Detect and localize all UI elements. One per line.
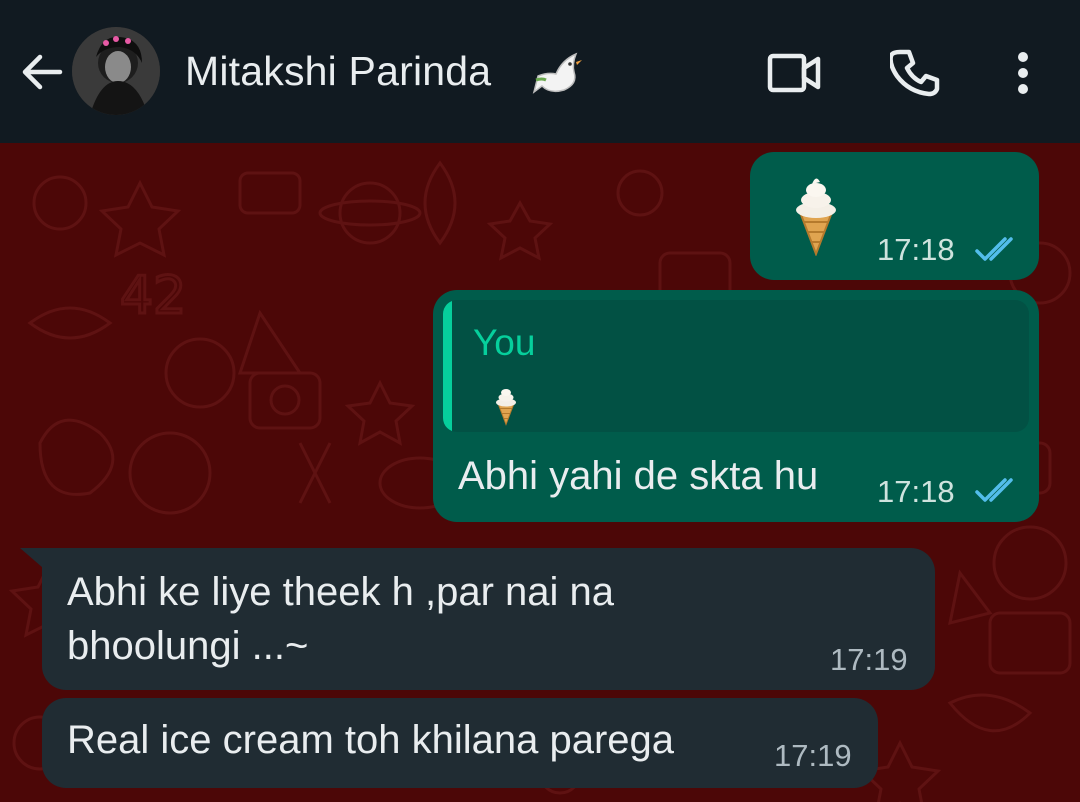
- quoted-ice-cream-emoji: [496, 389, 516, 426]
- chat-header: Mitakshi Parinda: [0, 0, 1080, 143]
- message-text: Abhi yahi de skta hu: [458, 454, 819, 498]
- svg-text:42: 42: [120, 266, 186, 326]
- message-text-line-2: bhoolungi ...~: [67, 624, 309, 668]
- incoming-message[interactable]: Abhi ke liye theek h ,par nai na bhoolun…: [42, 548, 935, 690]
- quote-accent-bar: [443, 300, 452, 432]
- message-time: 17:19: [830, 642, 908, 677]
- quoted-message[interactable]: You: [443, 300, 1029, 432]
- outgoing-message-emoji[interactable]: 17:18: [750, 152, 1039, 280]
- read-receipt-icon: [975, 237, 1013, 261]
- dove-icon: [532, 52, 582, 94]
- back-arrow-icon[interactable]: [18, 48, 64, 96]
- message-text: Real ice cream toh khilana parega: [67, 718, 675, 762]
- voice-call-icon[interactable]: [890, 48, 942, 98]
- contact-name[interactable]: Mitakshi Parinda: [185, 48, 491, 95]
- read-receipt-icon: [975, 478, 1013, 502]
- message-time: 17:19: [774, 738, 852, 773]
- message-time: 17:18: [877, 232, 955, 267]
- contact-avatar[interactable]: [72, 27, 160, 115]
- video-call-icon[interactable]: [766, 50, 822, 96]
- incoming-message[interactable]: Real ice cream toh khilana parega 17:19: [42, 698, 878, 788]
- avatar-photo: [72, 27, 160, 115]
- ice-cream-emoji: [796, 178, 836, 256]
- message-text-line-1: Abhi ke liye theek h ,par nai na: [67, 570, 615, 614]
- quote-author: You: [473, 322, 536, 363]
- outgoing-message-reply[interactable]: You Abhi yahi de skta hu 17:18: [433, 290, 1039, 522]
- more-options-icon[interactable]: [1008, 48, 1038, 98]
- message-time: 17:18: [877, 474, 955, 509]
